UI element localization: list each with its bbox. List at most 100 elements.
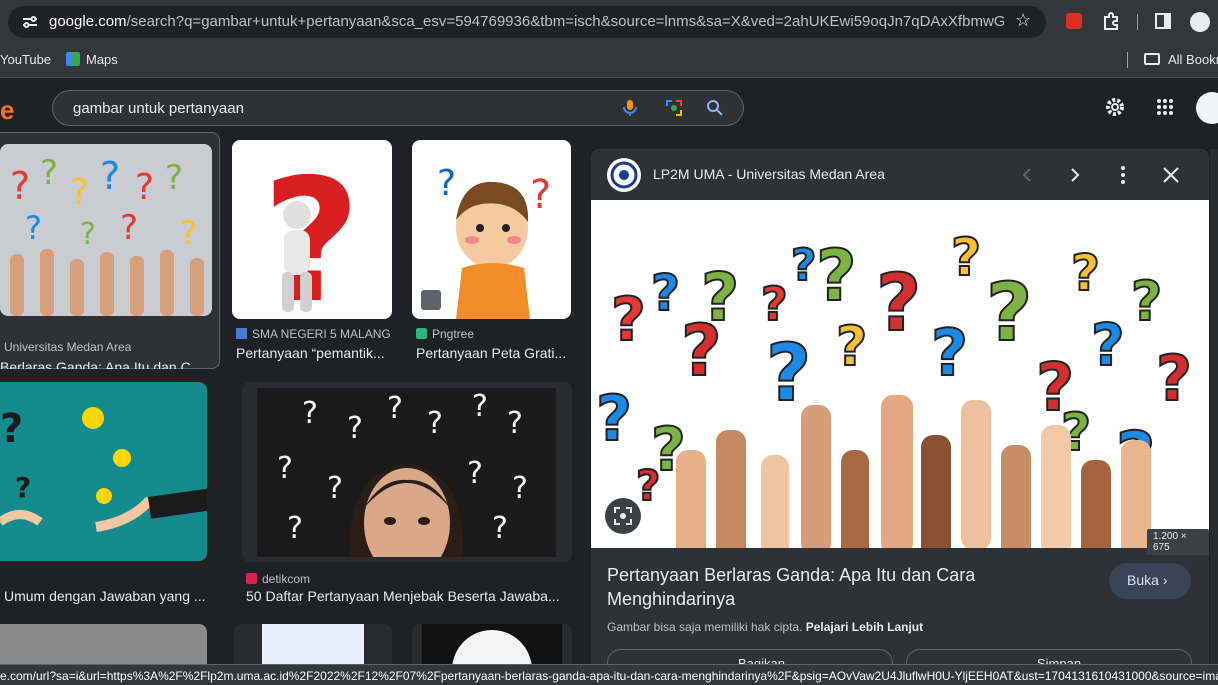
svg-text:?: ? <box>596 382 632 455</box>
preview-image[interactable]: ??? ??? ??? ??? ??? ??? ??? ?? <box>591 200 1209 548</box>
svg-text:?: ? <box>512 471 528 506</box>
svg-text:?: ? <box>100 154 120 198</box>
folder-icon <box>1144 53 1160 65</box>
search-query[interactable]: gambar untuk pertanyaan <box>73 100 244 117</box>
svg-text:?: ? <box>931 317 968 391</box>
maps-icon <box>66 52 80 66</box>
previous-arrow-icon[interactable] <box>1015 163 1039 187</box>
google-apps-icon[interactable] <box>1156 98 1174 116</box>
account-avatar[interactable] <box>1196 92 1218 124</box>
toolbar-divider <box>1137 14 1138 30</box>
bookmark-maps[interactable]: Maps <box>66 52 118 67</box>
result-thumbnail[interactable]: ? <box>232 140 392 319</box>
svg-text:?: ? <box>287 511 303 546</box>
result-source: Universitas Medan Area <box>4 340 132 354</box>
site-settings-icon[interactable] <box>22 15 38 29</box>
lightbulb-hands-image: ?? <box>0 406 207 532</box>
woman-question-marks-image: ???????????? <box>277 389 528 557</box>
svg-text:?: ? <box>15 471 31 504</box>
svg-text:?: ? <box>1091 311 1125 379</box>
link-status-bar: e.com/url?sa=i&url=https%3A%2F%2Flp2m.um… <box>0 664 1218 685</box>
svg-text:?: ? <box>681 310 722 392</box>
save-button-label: Simpan <box>1037 656 1082 664</box>
svg-text:?: ? <box>507 406 523 441</box>
share-button[interactable]: Bagikan <box>607 649 893 664</box>
bookmark-maps-label: Maps <box>86 52 118 67</box>
svg-text:?: ? <box>120 208 138 248</box>
svg-text:?: ? <box>40 153 58 193</box>
pngtree-favicon-icon <box>416 328 427 339</box>
result-title[interactable]: Pertanyaan Peta Grati... <box>416 345 571 361</box>
svg-text:?: ? <box>10 164 30 208</box>
bookmark-youtube[interactable]: YouTube <box>0 52 51 67</box>
svg-text:?: ? <box>135 167 154 208</box>
all-bookmarks-folder[interactable]: All Bookm <box>1144 52 1218 67</box>
bookmarks-divider <box>1127 52 1128 68</box>
image-result[interactable]: ???????????? detikcom 50 Daftar Pertanya… <box>242 382 572 612</box>
svg-text:?: ? <box>816 235 857 317</box>
result-title[interactable]: Pertanyaan “pemantik... <box>236 345 391 361</box>
next-arrow-icon[interactable] <box>1063 163 1087 187</box>
image-result[interactable]: ? SMA NEGERI 5 MALANG Pertanyaan “pemant… <box>232 140 394 370</box>
school-favicon-icon <box>236 328 247 339</box>
result-title[interactable]: Umum dengan Jawaban yang ... <box>4 588 216 604</box>
copyright-text: Gambar bisa saja memiliki hak cipta. <box>607 620 803 634</box>
svg-text:?: ? <box>387 391 403 426</box>
image-result[interactable]: ?? Pngtree Pertanyaan Peta Grati... <box>412 140 574 370</box>
result-thumbnail[interactable]: ?? <box>412 140 571 319</box>
share-button-label: Bagikan <box>738 656 785 664</box>
bookmark-star-icon[interactable]: ☆ <box>1015 10 1031 31</box>
open-button[interactable]: Buka › <box>1109 563 1191 599</box>
image-badge-icon <box>421 290 441 310</box>
svg-text:?: ? <box>467 456 483 491</box>
voice-search-icon[interactable] <box>621 99 639 117</box>
svg-text:?: ? <box>277 451 293 486</box>
svg-text:?: ? <box>986 266 1032 359</box>
result-source-label: Pngtree <box>432 327 475 341</box>
result-source: SMA NEGERI 5 MALANG <box>236 327 391 341</box>
svg-text:?: ? <box>1156 342 1192 415</box>
side-panel-icon[interactable] <box>1155 13 1171 29</box>
result-thumbnail[interactable]: ???????????? <box>257 388 556 557</box>
svg-text:?: ? <box>766 329 811 419</box>
svg-text:?: ? <box>492 511 508 546</box>
svg-text:?: ? <box>437 163 456 204</box>
svg-text:?: ? <box>472 389 488 424</box>
result-source: detikcom <box>246 572 310 586</box>
svg-text:?: ? <box>180 214 197 252</box>
search-box[interactable]: gambar untuk pertanyaan <box>52 90 744 126</box>
extension-icon[interactable] <box>1066 13 1082 29</box>
page-scrollbar[interactable] <box>1210 149 1218 664</box>
learn-more-link[interactable]: Pelajari Lebih Lanjut <box>806 620 923 634</box>
result-title[interactable]: 50 Daftar Pertanyaan Menjebak Beserta Ja… <box>246 588 568 604</box>
svg-text:?: ? <box>530 172 551 218</box>
settings-gear-icon[interactable] <box>1103 95 1127 119</box>
svg-text:?: ? <box>611 285 646 355</box>
result-source-label: SMA NEGERI 5 MALANG <box>252 327 391 341</box>
save-button[interactable]: Simpan <box>906 649 1192 664</box>
result-source: Pngtree <box>416 327 474 341</box>
result-title[interactable]: Berlaras Ganda: Apa Itu dan Car... <box>0 359 210 369</box>
search-icon[interactable] <box>706 99 724 117</box>
profile-icon[interactable] <box>1190 12 1210 32</box>
preview-title[interactable]: Pertanyaan Berlaras Ganda: Apa Itu dan C… <box>607 563 1087 611</box>
hands-question-marks-large-image: ??? ??? ??? ??? ??? ??? ??? ?? <box>595 227 1193 548</box>
url-text[interactable]: google.com/search?q=gambar+untuk+pertany… <box>49 13 1004 30</box>
extensions-puzzle-icon[interactable] <box>1102 12 1120 30</box>
browser-toolbar: google.com/search?q=gambar+untuk+pertany… <box>0 0 1218 44</box>
lens-search-icon[interactable] <box>665 99 683 117</box>
more-options-icon[interactable] <box>1111 163 1135 187</box>
hands-question-marks-image: ?? ?? ?? ?? ?? <box>10 153 204 316</box>
visual-search-button[interactable] <box>605 498 641 534</box>
svg-text:?: ? <box>0 406 23 452</box>
svg-text:?: ? <box>791 240 817 291</box>
image-result[interactable]: ?? Umum dengan Jawaban yang ... <box>0 382 222 612</box>
svg-text:?: ? <box>165 158 183 198</box>
image-result[interactable]: ?? ?? ?? ?? ?? Universitas Medan Area Be… <box>0 144 212 369</box>
result-thumbnail[interactable]: ?? ?? ?? ?? ?? <box>0 144 212 316</box>
google-logo[interactable]: e <box>0 95 14 126</box>
result-thumbnail[interactable]: ?? <box>0 382 207 561</box>
svg-text:?: ? <box>761 277 788 331</box>
close-icon[interactable] <box>1159 163 1183 187</box>
preview-site-name[interactable]: LP2M UMA - Universitas Medan Area <box>653 166 885 182</box>
